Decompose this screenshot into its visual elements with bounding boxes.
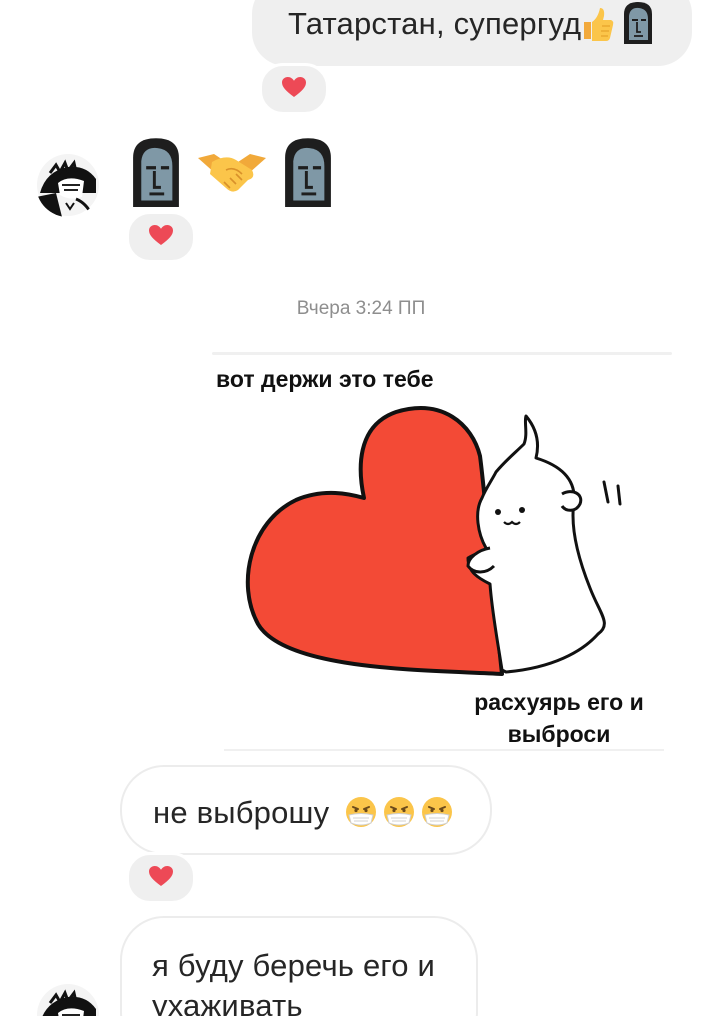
heart-reaction[interactable] xyxy=(259,63,329,115)
contact-avatar[interactable] xyxy=(36,153,100,217)
sticker-caption-bottom: расхуярь его и выброси xyxy=(464,686,654,750)
moai-icon xyxy=(620,0,656,49)
face-with-medical-mask-icon xyxy=(382,795,416,834)
moai-icon xyxy=(124,135,188,212)
handshake-icon xyxy=(196,148,268,199)
big-heart-shape xyxy=(245,406,504,676)
heart-icon xyxy=(149,866,173,886)
chat-thread[interactable]: Татарстан, супергуд Вчера 3:24 ПП вот де… xyxy=(0,0,706,1016)
face-with-medical-mask-icon xyxy=(420,795,454,834)
caption-line: расхуярь его и xyxy=(474,689,644,715)
received-message-bubble[interactable]: не выброшу xyxy=(120,765,492,855)
heart-icon xyxy=(149,225,173,245)
message-text-line: я буду беречь его и xyxy=(152,948,435,983)
sent-image-message[interactable]: вот держи это тебе расхуярь его и выброс… xyxy=(206,352,672,752)
heart-reaction[interactable] xyxy=(126,852,196,904)
heart-icon xyxy=(282,77,306,97)
face-with-medical-mask-icon xyxy=(344,795,378,834)
timestamp: Вчера 3:24 ПП xyxy=(296,298,426,319)
moai-icon xyxy=(276,135,340,212)
contact-avatar[interactable] xyxy=(36,983,100,1016)
sent-message-bubble[interactable]: Татарстан, супергуд xyxy=(252,0,692,66)
message-text: не выброшу xyxy=(153,795,330,830)
message-text: Татарстан, супергуд xyxy=(288,6,582,41)
caption-line: выброси xyxy=(507,721,611,747)
thumbs-up-icon xyxy=(580,4,614,47)
heart-reaction[interactable] xyxy=(126,211,196,263)
received-message-bubble[interactable]: я буду беречь его и ухаживать xyxy=(120,916,478,1016)
message-text-line: ухаживать xyxy=(152,988,303,1016)
